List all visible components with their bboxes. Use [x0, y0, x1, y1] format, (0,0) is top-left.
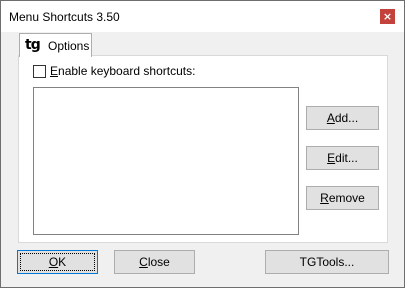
edit-button[interactable]: Edit... [306, 146, 379, 170]
title-bar[interactable]: Menu Shortcuts 3.50 × [1, 1, 404, 32]
enable-shortcuts-checkbox[interactable] [33, 65, 46, 78]
tgtools-logo-icon: tg [25, 37, 41, 53]
options-panel: Enable keyboard shortcuts: Add... Edit..… [18, 55, 388, 243]
tgtools-button[interactable]: TGTools... [265, 250, 389, 274]
add-button[interactable]: Add... [306, 106, 379, 130]
shortcuts-listbox[interactable] [33, 87, 299, 235]
dialog-window: Menu Shortcuts 3.50 × tg Options Enable … [0, 0, 405, 288]
enable-shortcuts-label: Enable keyboard shortcuts: [50, 64, 196, 78]
tab-options[interactable]: tg Options [19, 33, 92, 57]
tab-options-label: Options [48, 39, 90, 53]
window-title: Menu Shortcuts 3.50 [9, 10, 120, 24]
close-button[interactable]: Close [114, 250, 195, 274]
close-window-button[interactable]: × [380, 9, 395, 24]
ok-button[interactable]: OK [17, 250, 98, 274]
remove-button[interactable]: Remove [306, 186, 379, 210]
